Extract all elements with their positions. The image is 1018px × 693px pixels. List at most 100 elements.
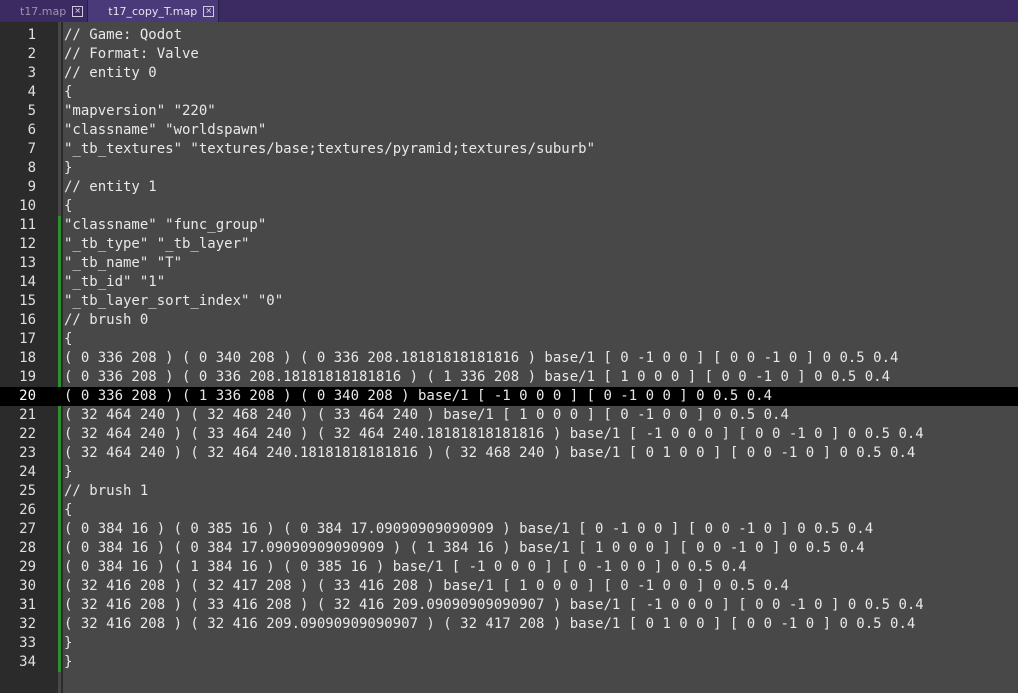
line-number: 17 [19, 331, 36, 347]
line-text: { [64, 198, 73, 214]
line-text: ( 32 416 208 ) ( 32 417 208 ) ( 33 416 2… [64, 578, 789, 594]
code-line[interactable]: 34} [0, 653, 1018, 672]
code-line[interactable]: 10 { [0, 197, 1018, 216]
code-line[interactable]: 22 ( 32 464 240 ) ( 33 464 240 ) ( 32 464… [0, 425, 1018, 444]
tab-t17-map[interactable]: t17.map × [0, 0, 89, 22]
code-line[interactable]: 6 "classname" "worldspawn" [0, 121, 1018, 140]
close-icon[interactable]: × [203, 5, 215, 17]
code-line[interactable]: 29 ( 0 384 16 ) ( 1 384 16 ) ( 0 385 16 )… [0, 558, 1018, 577]
code-line[interactable]: 9 // entity 1 [0, 178, 1018, 197]
line-number: 4 [27, 84, 36, 100]
line-text: "classname" "worldspawn" [64, 122, 267, 138]
line-number: 25 [19, 483, 36, 499]
line-number: 22 [19, 426, 36, 442]
code-line[interactable]: 23 ( 32 464 240 ) ( 32 464 240.1818181818… [0, 444, 1018, 463]
line-number: 28 [19, 540, 36, 556]
line-text: ( 0 384 16 ) ( 0 384 17.09090909090909 )… [64, 540, 865, 556]
code-line[interactable]: 7 "_tb_textures" "textures/base;textures/… [0, 140, 1018, 159]
line-text: ( 0 336 208 ) ( 0 336 208.18181818181816… [64, 369, 891, 385]
line-text: } [64, 635, 73, 651]
line-text: ( 32 464 240 ) ( 32 468 240 ) ( 33 464 2… [64, 407, 789, 423]
line-text: // entity 0 [64, 65, 157, 81]
code-line[interactable]: 26 { [0, 501, 1018, 520]
line-number: 27 [19, 521, 36, 537]
code-line[interactable]: 14 "_tb_id" "1" [0, 273, 1018, 292]
code-lines: 1 // Game: Qodot 2 // Format: Valve 3 // enti… [0, 26, 1018, 672]
code-line[interactable]: 32 ( 32 416 208 ) ( 32 416 209.0909090909… [0, 615, 1018, 634]
code-line[interactable]: 19 ( 0 336 208 ) ( 0 336 208.181818181818… [0, 368, 1018, 387]
line-number: 14 [19, 274, 36, 290]
code-line[interactable]: 18 ( 0 336 208 ) ( 0 340 208 ) ( 0 336 20… [0, 349, 1018, 368]
line-number: 11 [19, 217, 36, 233]
line-text: // brush 1 [64, 483, 149, 499]
code-line[interactable]: 1 // Game: Qodot [0, 26, 1018, 45]
tab-t17-copy-t-map[interactable]: t17_copy_T.map × [88, 0, 220, 22]
code-line[interactable]: 4{ [0, 83, 1018, 102]
line-number: 13 [19, 255, 36, 271]
line-number: 21 [19, 407, 36, 423]
line-text: ( 32 416 208 ) ( 32 416 209.090909090909… [64, 616, 916, 632]
code-line[interactable]: 28 ( 0 384 16 ) ( 0 384 17.09090909090909… [0, 539, 1018, 558]
line-text: { [64, 84, 73, 100]
line-text: ( 32 464 240 ) ( 33 464 240 ) ( 32 464 2… [64, 426, 924, 442]
line-number: 19 [19, 369, 36, 385]
code-editor[interactable]: 1 // Game: Qodot 2 // Format: Valve 3 // enti… [0, 22, 1018, 693]
line-text: ( 0 384 16 ) ( 1 384 16 ) ( 0 385 16 ) b… [64, 559, 747, 575]
line-number: 23 [19, 445, 36, 461]
line-number: 2 [27, 46, 36, 62]
code-line[interactable]: 15 "_tb_layer_sort_index" "0" [0, 292, 1018, 311]
code-line[interactable]: 30 ( 32 416 208 ) ( 32 417 208 ) ( 33 416… [0, 577, 1018, 596]
code-line[interactable]: 24} [0, 463, 1018, 482]
line-number: 18 [19, 350, 36, 366]
line-text: ( 0 384 16 ) ( 0 385 16 ) ( 0 384 17.090… [64, 521, 874, 537]
line-text: // entity 1 [64, 179, 157, 195]
code-line[interactable]: 16 // brush 0 [0, 311, 1018, 330]
tab-label: t17_copy_T.map [108, 4, 198, 18]
line-number: 29 [19, 559, 36, 575]
line-number: 3 [27, 65, 36, 81]
line-number: 31 [19, 597, 36, 613]
line-number: 16 [19, 312, 36, 328]
code-line[interactable]: 33} [0, 634, 1018, 653]
line-text: } [64, 464, 73, 480]
code-line[interactable]: 31 ( 32 416 208 ) ( 33 416 208 ) ( 32 416… [0, 596, 1018, 615]
code-line[interactable]: 27 ( 0 384 16 ) ( 0 385 16 ) ( 0 384 17.0… [0, 520, 1018, 539]
line-text: ( 0 336 208 ) ( 0 340 208 ) ( 0 336 208.… [64, 350, 899, 366]
line-number: 6 [27, 122, 36, 138]
code-line[interactable]: 25 // brush 1 [0, 482, 1018, 501]
line-number: 20 [19, 388, 36, 404]
line-text: } [64, 654, 73, 670]
line-number: 26 [19, 502, 36, 518]
code-line[interactable]: 3 // entity 0 [0, 64, 1018, 83]
code-line[interactable]: 5 "mapversion" "220" [0, 102, 1018, 121]
line-number: 10 [19, 198, 36, 214]
line-text: "_tb_type" "_tb_layer" [64, 236, 250, 252]
code-line[interactable]: 11 "classname" "func_group" [0, 216, 1018, 235]
close-icon[interactable]: × [72, 5, 84, 17]
line-number: 32 [19, 616, 36, 632]
line-text: // Game: Qodot [64, 27, 183, 43]
code-line[interactable]: 21 ( 32 464 240 ) ( 32 468 240 ) ( 33 464… [0, 406, 1018, 425]
code-line[interactable]: 12 "_tb_type" "_tb_layer" [0, 235, 1018, 254]
line-number: 24 [19, 464, 36, 480]
line-text: "_tb_textures" "textures/base;textures/p… [64, 141, 596, 157]
line-text: // brush 0 [64, 312, 149, 328]
code-line[interactable]: 2 // Format: Valve [0, 45, 1018, 64]
line-text: { [64, 502, 73, 518]
line-number: 30 [19, 578, 36, 594]
line-number: 33 [19, 635, 36, 651]
line-number: 1 [27, 27, 36, 43]
line-number: 15 [19, 293, 36, 309]
line-text: ( 0 336 208 ) ( 1 336 208 ) ( 0 340 208 … [64, 388, 773, 404]
line-text: // Format: Valve [64, 46, 199, 62]
line-text: ( 32 464 240 ) ( 32 464 240.181818181818… [64, 445, 916, 461]
line-number: 8 [27, 160, 36, 176]
line-text: "_tb_layer_sort_index" "0" [64, 293, 284, 309]
code-line[interactable]: 17 { [0, 330, 1018, 349]
code-line[interactable]: 8} [0, 159, 1018, 178]
line-text: "_tb_name" "T" [64, 255, 183, 271]
code-line[interactable]: 13 "_tb_name" "T" [0, 254, 1018, 273]
current-line[interactable]: 20 ( 0 336 208 ) ( 1 336 208 ) ( 0 340 20… [0, 387, 1018, 406]
line-text: "mapversion" "220" [64, 103, 216, 119]
tab-label: t17.map [20, 4, 67, 18]
